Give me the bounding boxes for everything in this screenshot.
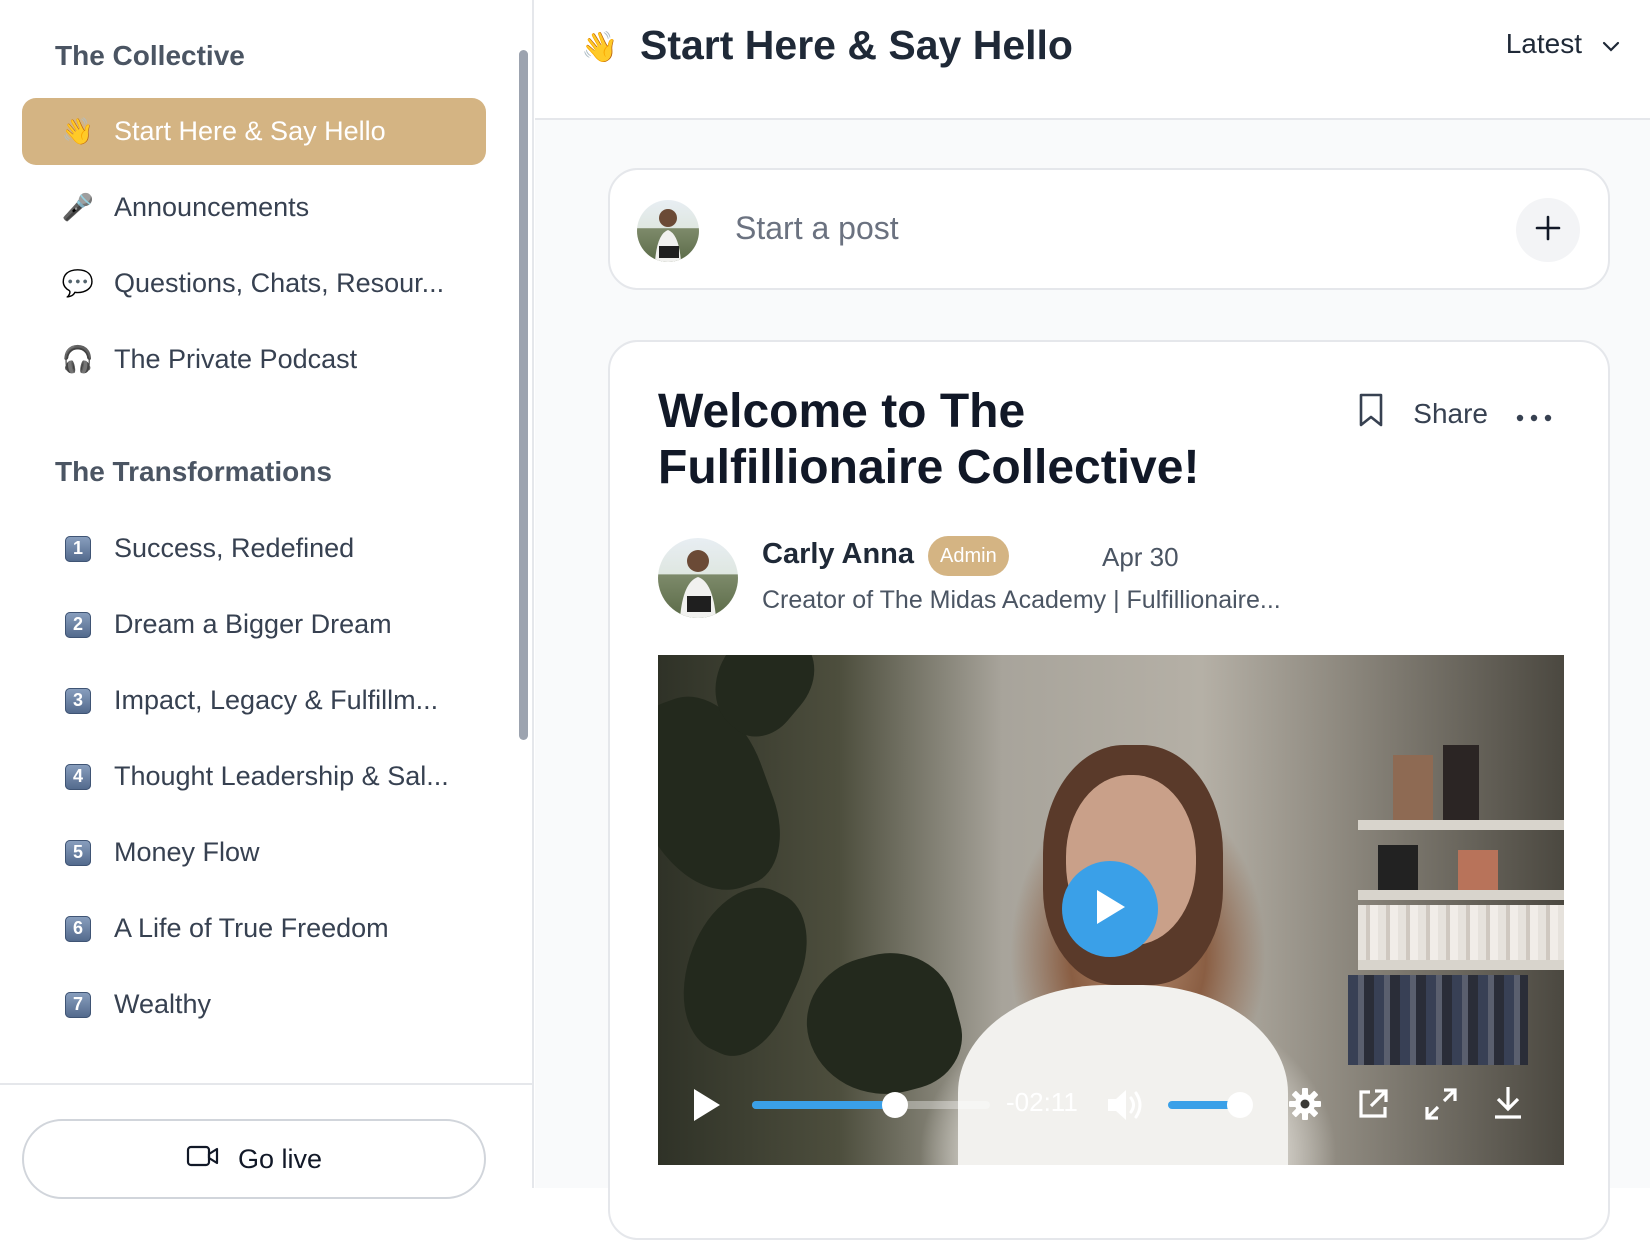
post-card: Welcome to The Fulfillionaire Collective… bbox=[608, 340, 1610, 1240]
add-post-button[interactable] bbox=[1516, 198, 1580, 262]
plus-icon bbox=[1535, 215, 1561, 246]
admin-badge: Admin bbox=[928, 536, 1009, 576]
microphone-icon: 🎤 bbox=[61, 192, 95, 222]
go-live-label: Go live bbox=[237, 1143, 323, 1174]
author-headline: Creator of The Midas Academy | Fulfillio… bbox=[762, 586, 1281, 614]
volume-icon[interactable] bbox=[1106, 1087, 1146, 1128]
chevron-down-icon bbox=[1602, 28, 1620, 60]
video-player[interactable]: -02:11 bbox=[658, 655, 1564, 1165]
play-icon bbox=[1093, 888, 1127, 931]
sidebar-item-label: Impact, Legacy & Fulfillm... bbox=[114, 685, 439, 715]
number-5-icon: 5 bbox=[65, 839, 91, 866]
waving-hand-icon: 👋 bbox=[581, 31, 619, 64]
section-heading-transformations: The Transformations bbox=[55, 456, 332, 487]
share-button[interactable]: Share bbox=[1413, 398, 1488, 430]
number-6-icon: 6 bbox=[65, 915, 91, 942]
sidebar-item-wealthy[interactable]: 7 Wealthy bbox=[22, 971, 486, 1038]
play-icon[interactable] bbox=[692, 1087, 722, 1128]
video-camera-icon bbox=[186, 1144, 220, 1175]
sidebar-scroll-area: The Collective 👋 Start Here & Say Hello … bbox=[0, 0, 534, 1083]
headphones-icon: 🎧 bbox=[61, 344, 95, 374]
sidebar-item-label: Dream a Bigger Dream bbox=[114, 609, 392, 639]
number-1-icon: 1 bbox=[65, 535, 91, 562]
sidebar-item-label: A Life of True Freedom bbox=[114, 913, 389, 943]
number-3-icon: 3 bbox=[65, 687, 91, 714]
avatar bbox=[637, 200, 699, 262]
sidebar-item-podcast[interactable]: 🎧 The Private Podcast bbox=[22, 326, 486, 393]
volume-slider[interactable] bbox=[1168, 1092, 1253, 1118]
number-2-icon: 2 bbox=[65, 611, 91, 638]
page-title: Start Here & Say Hello bbox=[640, 22, 1073, 68]
sidebar-item-money-flow[interactable]: 5 Money Flow bbox=[22, 819, 486, 886]
sidebar-item-impact-legacy[interactable]: 3 Impact, Legacy & Fulfillm... bbox=[22, 667, 486, 734]
time-remaining: -02:11 bbox=[1006, 1087, 1078, 1117]
sidebar-item-dream-bigger[interactable]: 2 Dream a Bigger Dream bbox=[22, 591, 486, 658]
sidebar-item-label: Start Here & Say Hello bbox=[114, 116, 386, 146]
author-avatar[interactable] bbox=[658, 538, 738, 618]
composer-placeholder[interactable]: Start a post bbox=[735, 210, 899, 247]
author-name[interactable]: Carly Anna bbox=[762, 538, 914, 571]
fullscreen-icon[interactable] bbox=[1424, 1087, 1458, 1126]
sidebar-item-label: Thought Leadership & Sal... bbox=[114, 761, 449, 791]
video-controls: -02:11 bbox=[658, 1065, 1564, 1165]
sidebar-item-announcements[interactable]: 🎤 Announcements bbox=[22, 174, 486, 241]
sidebar-item-questions[interactable]: 💬 Questions, Chats, Resour... bbox=[22, 250, 486, 317]
sidebar-item-label: Announcements bbox=[114, 192, 310, 222]
sort-dropdown[interactable]: Latest bbox=[1506, 28, 1620, 60]
play-button[interactable] bbox=[1062, 861, 1158, 957]
sidebar: The Collective 👋 Start Here & Say Hello … bbox=[0, 0, 534, 1199]
post-date[interactable]: Apr 30 bbox=[1102, 542, 1179, 573]
sidebar-item-label: The Private Podcast bbox=[114, 344, 358, 374]
waving-hand-icon: 👋 bbox=[61, 116, 95, 146]
settings-gear-icon[interactable] bbox=[1288, 1087, 1322, 1126]
bookmark-icon[interactable] bbox=[1357, 392, 1385, 435]
download-icon[interactable] bbox=[1492, 1085, 1524, 1126]
sidebar-item-thought-leadership[interactable]: 4 Thought Leadership & Sal... bbox=[22, 743, 486, 810]
post-actions: Share bbox=[1357, 392, 1552, 435]
sort-label: Latest bbox=[1505, 28, 1582, 59]
number-7-icon: 7 bbox=[65, 991, 91, 1018]
sidebar-item-label: Wealthy bbox=[114, 989, 212, 1019]
sidebar-scrollbar[interactable] bbox=[519, 50, 528, 740]
sidebar-item-label: Success, Redefined bbox=[114, 533, 355, 563]
number-4-icon: 4 bbox=[65, 763, 91, 790]
sidebar-footer: Go live bbox=[0, 1083, 532, 1199]
speech-bubble-icon: 💬 bbox=[61, 268, 95, 298]
post-title[interactable]: Welcome to The Fulfillionaire Collective… bbox=[658, 384, 1318, 496]
sidebar-item-start-here[interactable]: 👋 Start Here & Say Hello bbox=[22, 98, 486, 165]
sidebar-item-true-freedom[interactable]: 6 A Life of True Freedom bbox=[22, 895, 486, 962]
section-heading-collective: The Collective bbox=[55, 40, 245, 71]
sidebar-item-success-redefined[interactable]: 1 Success, Redefined bbox=[22, 515, 486, 582]
main-content: 👋 Start Here & Say Hello Latest Start a … bbox=[535, 0, 1650, 1240]
sidebar-item-label: Questions, Chats, Resour... bbox=[114, 268, 445, 298]
sidebar-item-label: Money Flow bbox=[114, 837, 260, 867]
go-live-button[interactable]: Go live bbox=[22, 1119, 486, 1199]
popout-icon[interactable] bbox=[1356, 1087, 1390, 1126]
post-composer[interactable]: Start a post bbox=[608, 168, 1610, 290]
progress-slider[interactable] bbox=[752, 1092, 990, 1118]
more-options-icon[interactable] bbox=[1516, 398, 1552, 430]
space-header: 👋 Start Here & Say Hello Latest bbox=[535, 0, 1650, 120]
